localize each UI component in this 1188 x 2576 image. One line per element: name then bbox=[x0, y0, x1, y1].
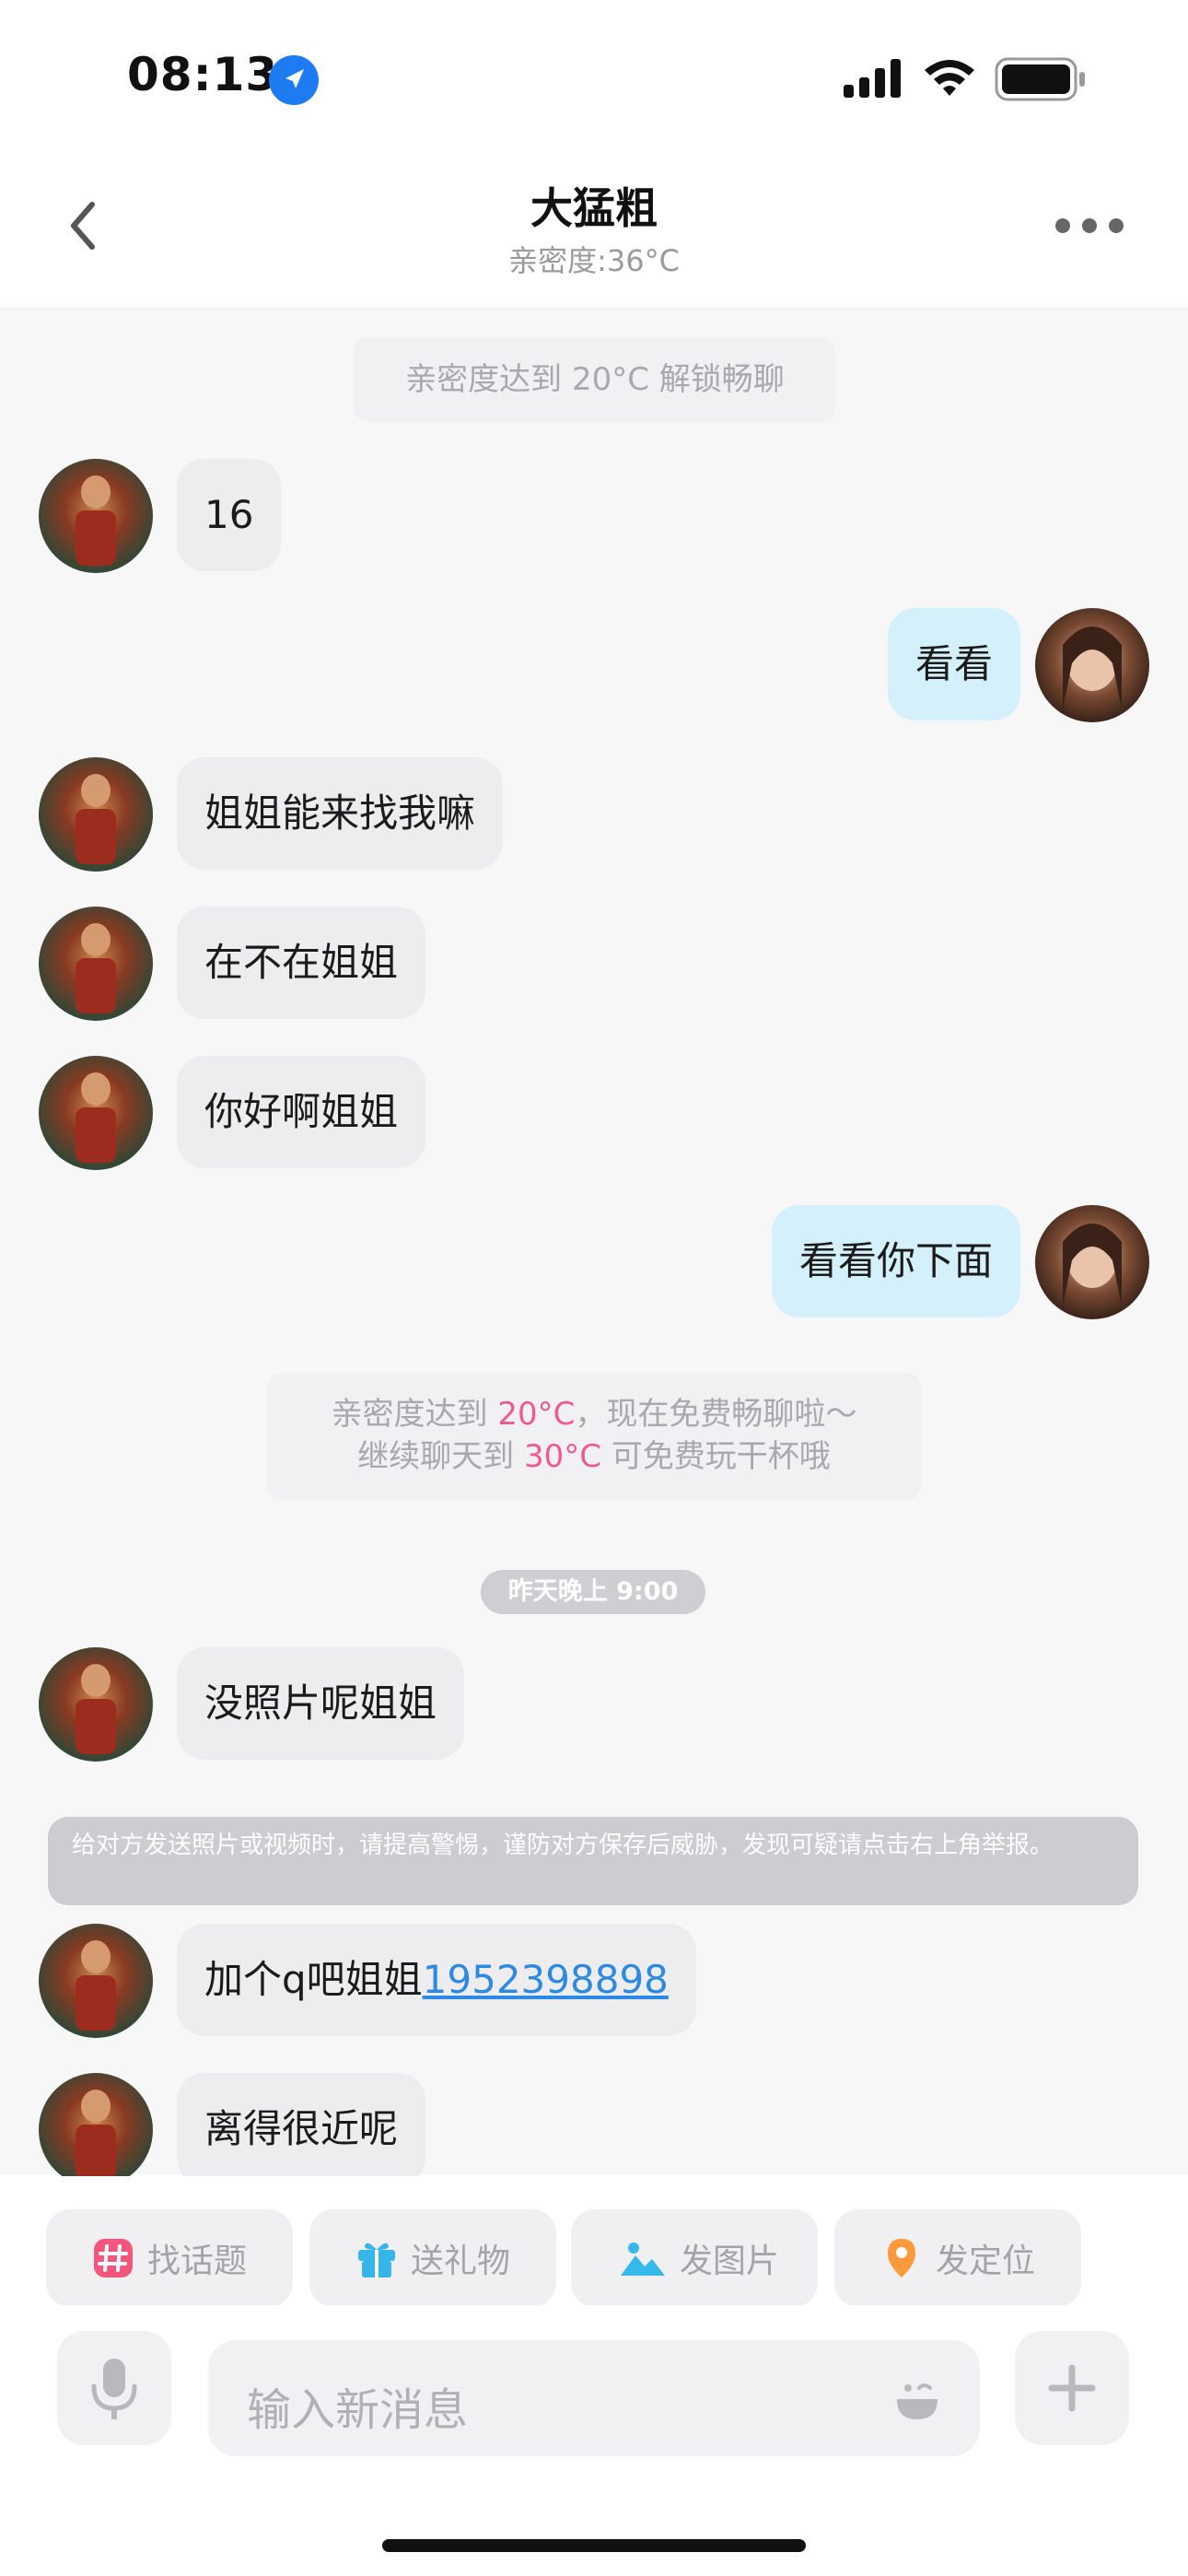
contact-avatar[interactable] bbox=[39, 757, 153, 872]
qq-number-link[interactable]: 1952398898 bbox=[423, 1957, 669, 2002]
my-avatar[interactable] bbox=[1035, 608, 1149, 722]
microphone-icon bbox=[91, 2359, 137, 2419]
message-input-placeholder: 输入新消息 bbox=[247, 2384, 469, 2436]
message-bubble-incoming[interactable]: 在不在姐姐 bbox=[177, 907, 426, 1019]
send-image-label: 发图片 bbox=[680, 2242, 780, 2280]
message-text: 加个q吧姐姐 bbox=[204, 1957, 423, 2002]
hashtag-icon bbox=[94, 2239, 133, 2277]
message-bubble-incoming[interactable]: 姐姐能来找我嘛 bbox=[177, 757, 504, 870]
intimacy-temp: 20°C bbox=[497, 1396, 576, 1433]
message-bubble-incoming[interactable]: 离得很近呢 bbox=[177, 2073, 426, 2185]
unlock-notice: 亲密度达到 20°C 解锁畅聊 bbox=[354, 337, 836, 422]
send-gift-label: 送礼物 bbox=[411, 2242, 511, 2280]
intimacy-text: 亲密度达到 bbox=[331, 1396, 498, 1433]
more-actions-button[interactable] bbox=[1015, 2331, 1129, 2445]
send-location-label: 发定位 bbox=[936, 2242, 1036, 2280]
find-topic-label: 找话题 bbox=[147, 2242, 248, 2280]
message-bubble-incoming[interactable]: 没照片呢姐姐 bbox=[177, 1647, 465, 1760]
intimacy-text: ，现在免费畅聊啦～ bbox=[575, 1396, 857, 1433]
cellular-signal-icon bbox=[842, 57, 906, 101]
location-pin-icon bbox=[888, 2239, 915, 2277]
contact-avatar[interactable] bbox=[39, 1056, 153, 1170]
gift-icon bbox=[358, 2242, 395, 2277]
intimacy-text: 继续聊天到 bbox=[357, 1438, 524, 1475]
contact-name: 大猛粗 bbox=[530, 183, 658, 233]
status-time: 08:13 bbox=[127, 48, 279, 101]
voice-button[interactable] bbox=[57, 2331, 171, 2445]
intimacy-temp: 30°C bbox=[523, 1438, 601, 1475]
find-topic-button[interactable]: 找话题 bbox=[46, 2209, 293, 2307]
more-dots-icon bbox=[1055, 218, 1124, 233]
message-input[interactable]: 输入新消息 bbox=[208, 2340, 980, 2456]
emoji-icon[interactable] bbox=[890, 2371, 945, 2427]
timestamp: 昨天晚上 9:00 bbox=[481, 1570, 705, 1614]
message-bubble-incoming[interactable]: 你好啊姐姐 bbox=[177, 1056, 426, 1168]
intimacy-text: 可免费玩干杯哦 bbox=[601, 1438, 831, 1475]
contact-avatar[interactable] bbox=[39, 907, 153, 1021]
contact-avatar[interactable] bbox=[39, 2073, 153, 2187]
plus-icon bbox=[1048, 2364, 1096, 2412]
battery-icon bbox=[995, 57, 1087, 105]
message-bubble-outgoing[interactable]: 看看 bbox=[887, 608, 1020, 720]
message-bubble-incoming[interactable]: 16 bbox=[177, 459, 282, 571]
send-gift-button[interactable]: 送礼物 bbox=[309, 2209, 556, 2307]
image-icon bbox=[621, 2242, 665, 2276]
home-indicator bbox=[382, 2539, 806, 2552]
wifi-icon bbox=[921, 55, 978, 103]
location-arrow-icon bbox=[269, 55, 319, 105]
more-button[interactable] bbox=[1050, 205, 1129, 247]
message-bubble-outgoing[interactable]: 看看你下面 bbox=[771, 1205, 1020, 1317]
contact-avatar[interactable] bbox=[39, 459, 153, 573]
my-avatar[interactable] bbox=[1035, 1205, 1149, 1319]
contact-avatar[interactable] bbox=[39, 1647, 153, 1762]
intimacy-level: 亲密度:36°C bbox=[508, 243, 680, 278]
safety-warning: 给对方发送照片或视频时，请提高警惕，谨防对方保存后威胁，发现可疑请点击右上角举报… bbox=[48, 1817, 1138, 1905]
send-location-button[interactable]: 发定位 bbox=[834, 2209, 1081, 2307]
send-image-button[interactable]: 发图片 bbox=[571, 2209, 818, 2307]
intimacy-notice: 亲密度达到 20°C，现在免费畅聊啦～ 继续聊天到 30°C 可免费玩干杯哦 bbox=[267, 1373, 921, 1500]
message-bubble-incoming[interactable]: 加个q吧姐姐1952398898 bbox=[177, 1924, 696, 2036]
contact-avatar[interactable] bbox=[39, 1924, 153, 2038]
